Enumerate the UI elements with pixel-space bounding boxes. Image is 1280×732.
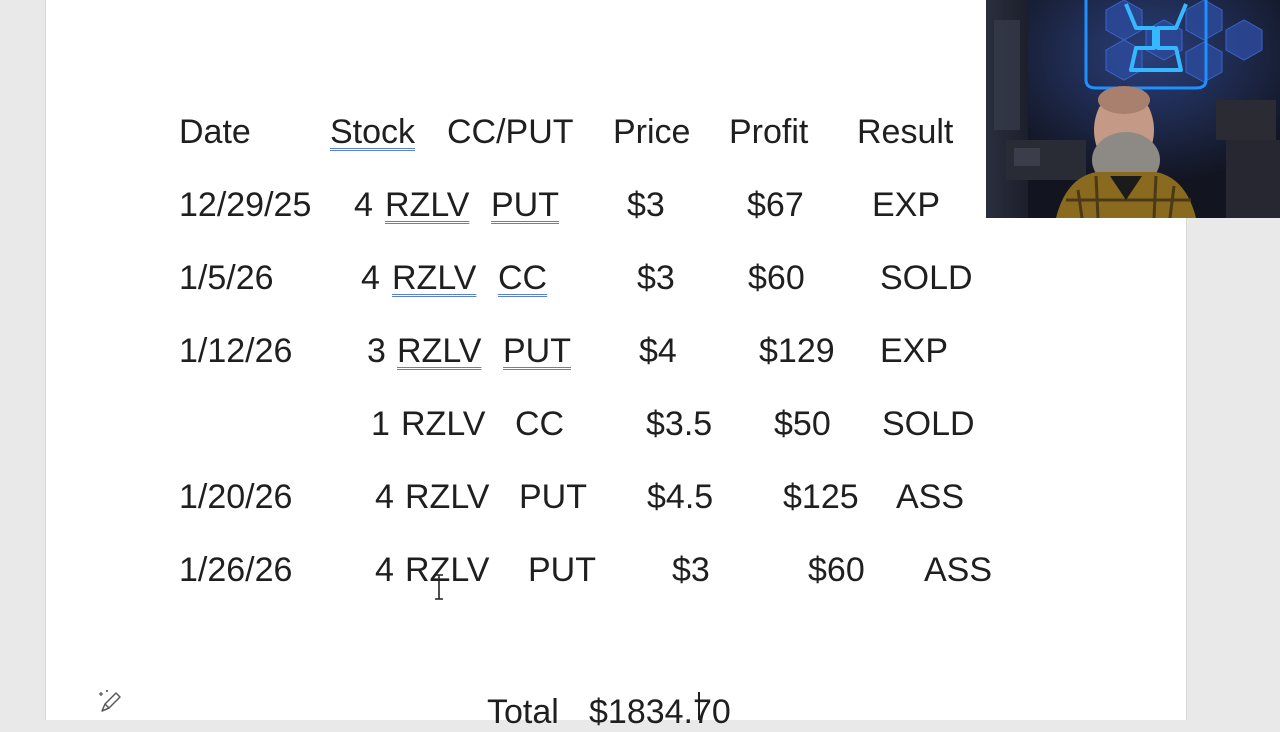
row-4-type: CC [515,405,565,443]
row-4-result: SOLD [882,405,975,443]
row-4-qty: 1 [371,405,390,443]
row-3-type: PUT [503,332,571,370]
webcam-overlay [986,0,1280,218]
row-5-result: ASS [896,478,965,516]
text-caret [698,692,700,720]
row-2-stock: RZLV [392,259,477,297]
row-5-stock: RZLV [405,478,490,516]
row-6-profit: $60 [808,551,865,589]
row-3-profit: $129 [759,332,835,370]
row-6-result: ASS [924,551,993,589]
row-2-qty: 4 [361,259,380,297]
row-2-result: SOLD [880,259,973,297]
row-6-qty: 4 [375,551,394,589]
row-5-profit: $125 [783,478,859,516]
header-cc-put: CC/PUT [447,113,574,151]
row-1-price: $3 [627,186,665,224]
row-3-stock: RZLV [397,332,482,370]
row-2-date: 1/5/26 [179,259,274,297]
row-1-stock: RZLV [385,186,470,224]
row-5-qty: 4 [375,478,394,516]
row-4-stock: RZLV [401,405,486,443]
header-profit: Profit [729,113,809,151]
total-label: Total [487,693,559,731]
webcam-scene [986,0,1280,218]
row-6-stock: RZLV [405,551,490,589]
row-5-date: 1/20/26 [179,478,293,516]
header-date: Date [179,113,251,151]
row-1-profit: $67 [747,186,804,224]
copilot-pen-icon[interactable] [97,688,125,716]
row-3-qty: 3 [367,332,386,370]
ibeam-cursor-icon [435,574,443,600]
row-4-profit: $50 [774,405,831,443]
header-stock: Stock [330,113,416,151]
row-4-price: $3.5 [646,405,713,443]
row-2-profit: $60 [748,259,805,297]
row-6-type: PUT [528,551,596,589]
row-3-result: EXP [880,332,949,370]
row-1-type: PUT [491,186,559,224]
row-6-price: $3 [672,551,710,589]
header-price: Price [613,113,691,151]
row-2-type: CC [498,259,548,297]
row-1-qty: 4 [354,186,373,224]
total-value: $1834.70 [589,693,731,731]
row-6-date: 1/26/26 [179,551,293,589]
row-3-price: $4 [639,332,677,370]
row-5-type: PUT [519,478,587,516]
row-1-date: 12/29/25 [179,186,312,224]
row-2-price: $3 [637,259,675,297]
row-5-price: $4.5 [647,478,714,516]
header-result: Result [857,113,954,151]
row-1-result: EXP [872,186,941,224]
row-3-date: 1/12/26 [179,332,293,370]
